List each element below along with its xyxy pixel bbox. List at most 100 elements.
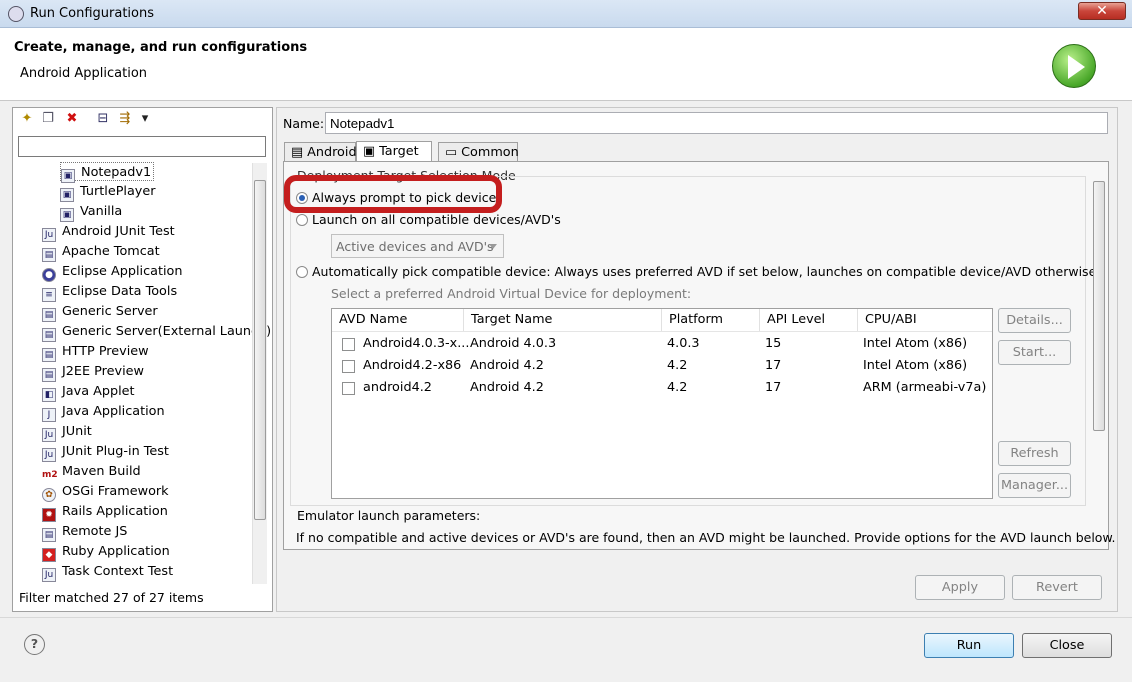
start-button[interactable]: Start... <box>998 340 1071 365</box>
java-icon: J <box>42 408 56 422</box>
maven-icon: m2 <box>42 470 58 480</box>
new-config-icon[interactable]: ✦ <box>18 110 36 128</box>
close-button[interactable]: Close <box>1022 633 1112 658</box>
col-avd-name[interactable]: AVD Name <box>332 309 464 331</box>
cell-cpu: Intel Atom (x86) <box>863 358 968 373</box>
delete-icon[interactable]: ✖ <box>63 110 81 128</box>
details-button[interactable]: Details... <box>998 308 1071 333</box>
cell-avd-name: Android4.0.3-x... <box>363 336 470 351</box>
tab-target[interactable]: ▣ Target <box>356 141 432 162</box>
app-icon <box>8 6 24 22</box>
tree-item-remote-js[interactable]: ▤ Remote JS <box>42 522 127 542</box>
chevron-down-icon <box>489 244 497 249</box>
tree-item-apache-tomcat[interactable]: ▤ Apache Tomcat <box>42 242 160 262</box>
tree-item-java-applet[interactable]: ◧ Java Applet <box>42 382 135 402</box>
cell-platform: 4.2 <box>667 380 688 395</box>
cell-target: Android 4.2 <box>470 358 544 373</box>
tree-item-junit[interactable]: Ju JUnit <box>42 422 92 442</box>
window-close-button[interactable]: ✕ <box>1078 2 1126 20</box>
tree-item-junit-plugin-test[interactable]: Ju JUnit Plug-in Test <box>42 442 169 462</box>
ruby-icon: ◆ <box>42 548 56 562</box>
table-row[interactable]: Android4.2-x86 Android 4.2 4.2 17 Intel … <box>332 355 992 377</box>
col-platform[interactable]: Platform <box>662 309 760 331</box>
run-button[interactable]: Run <box>924 633 1014 658</box>
emulator-description: If no compatible and active devices or A… <box>296 530 1116 545</box>
refresh-button[interactable]: Refresh <box>998 441 1071 466</box>
cell-target: Android 4.2 <box>470 380 544 395</box>
server-icon: ▤ <box>42 248 56 262</box>
header-divider <box>332 331 992 332</box>
menu-chevron-icon[interactable]: ▾ <box>136 110 154 128</box>
window-title: Run Configurations <box>30 6 154 21</box>
database-icon: ≡ <box>42 288 56 302</box>
tree-item-osgi-framework[interactable]: ✿ OSGi Framework <box>42 482 169 502</box>
radio-launch-all[interactable] <box>296 214 308 226</box>
header-title: Create, manage, and run configurations <box>14 40 308 55</box>
tab-android[interactable]: ▤ Android <box>284 142 357 162</box>
revert-button[interactable]: Revert <box>1012 575 1102 600</box>
tree-item-http-preview[interactable]: ▤ HTTP Preview <box>42 342 149 362</box>
dialog-header: Create, manage, and run configurations A… <box>0 28 1132 101</box>
footer-divider <box>0 617 1132 618</box>
tree-scrollbar[interactable] <box>252 163 267 584</box>
tree-item-ruby-application[interactable]: ◆ Ruby Application <box>42 542 170 562</box>
tree-item-generic-server[interactable]: ▤ Generic Server <box>42 302 158 322</box>
tree-item-rails-application[interactable]: ✹ Rails Application <box>42 502 168 522</box>
target-scroll-thumb[interactable] <box>1093 181 1105 431</box>
tree-item-maven-build[interactable]: m2 Maven Build <box>42 462 141 481</box>
common-tab-icon: ▭ <box>445 145 458 160</box>
server-icon: ▤ <box>42 348 56 362</box>
title-bar: Run Configurations <box>0 0 1132 28</box>
filter-icon[interactable]: ⇶ <box>116 110 134 128</box>
table-row[interactable]: Android4.0.3-x... Android 4.0.3 4.0.3 15… <box>332 333 992 355</box>
tree-item-vanilla[interactable]: ▣ Vanilla <box>60 202 122 222</box>
avd-hint: Select a preferred Android Virtual Devic… <box>331 286 692 301</box>
tree-item-eclipse-data-tools[interactable]: ≡ Eclipse Data Tools <box>42 282 177 302</box>
junit-icon: Ju <box>42 428 56 442</box>
cell-cpu: Intel Atom (x86) <box>863 336 968 351</box>
target-scrollbar[interactable] <box>1092 179 1107 550</box>
apply-button[interactable]: Apply <box>915 575 1005 600</box>
collapse-all-icon[interactable]: ⊟ <box>94 110 112 128</box>
server-icon: ▤ <box>42 308 56 322</box>
avd-checkbox[interactable] <box>342 360 355 373</box>
col-target-name[interactable]: Target Name <box>464 309 662 331</box>
header-subtitle: Android Application <box>20 66 148 81</box>
table-row[interactable]: android4.2 Android 4.2 4.2 17 ARM (armea… <box>332 377 992 399</box>
filter-status: Filter matched 27 of 27 items <box>19 590 204 605</box>
junit-icon: Ju <box>42 568 56 582</box>
name-input[interactable] <box>325 112 1108 134</box>
avd-checkbox[interactable] <box>342 382 355 395</box>
avd-checkbox[interactable] <box>342 338 355 351</box>
applet-icon: ◧ <box>42 388 56 402</box>
active-devices-combo[interactable]: Active devices and AVD's <box>331 234 504 258</box>
radio-auto-pick[interactable] <box>296 266 308 278</box>
tree-item-task-context-test[interactable]: Ju Task Context Test <box>42 562 173 582</box>
tree-item-j2ee-preview[interactable]: ▤ J2EE Preview <box>42 362 144 382</box>
server-icon: ▤ <box>42 328 56 342</box>
col-cpu-abi[interactable]: CPU/ABI <box>858 309 992 331</box>
tree-item-android-junit-test[interactable]: Ju Android JUnit Test <box>42 222 175 242</box>
cell-api: 17 <box>765 358 782 373</box>
tree-item-eclipse-application[interactable]: ● Eclipse Application <box>42 262 182 282</box>
tree-item-generic-server-external[interactable]: ▤ Generic Server(External Launch) <box>42 322 271 342</box>
col-api-level[interactable]: API Level <box>760 309 858 331</box>
tab-common[interactable]: ▭ Common <box>438 142 519 162</box>
tree-item-java-application[interactable]: J Java Application <box>42 402 165 422</box>
cell-cpu: ARM (armeabi-v7a) <box>863 380 987 395</box>
cell-platform: 4.2 <box>667 358 688 373</box>
manager-button[interactable]: Manager... <box>998 473 1071 498</box>
junit-icon: Ju <box>42 228 56 242</box>
duplicate-icon[interactable]: ❐ <box>39 110 57 128</box>
name-label: Name: <box>283 116 325 131</box>
tree-scroll-thumb[interactable] <box>254 180 266 520</box>
cell-api: 17 <box>765 380 782 395</box>
tree-item-notepadv1[interactable]: ▣ Notepadv1 <box>60 162 155 183</box>
target-tab-icon: ▣ <box>363 144 376 159</box>
tree-item-turtleplayer[interactable]: ▣ TurtlePlayer <box>60 182 156 202</box>
android-app-icon: ▣ <box>60 208 74 222</box>
highlight-annotation <box>284 175 502 213</box>
label-auto-pick: Automatically pick compatible device: Al… <box>312 264 1101 279</box>
help-icon[interactable]: ? <box>24 634 45 655</box>
filter-input[interactable] <box>18 136 266 157</box>
